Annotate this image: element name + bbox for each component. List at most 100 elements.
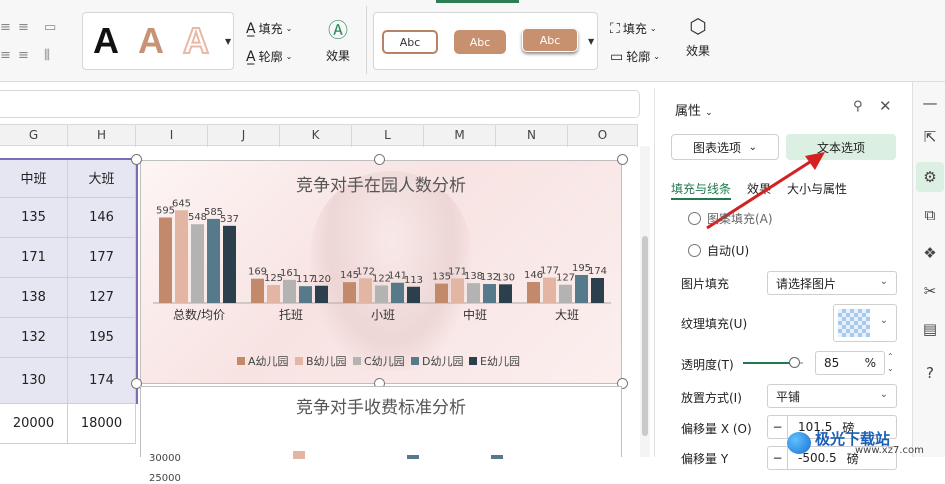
text-outline-button[interactable]: A̲ 轮廓 ⌄ [246,48,292,65]
transparency-slider[interactable] [743,357,803,368]
legend-label: D幼儿园 [422,355,463,368]
text-effect-button[interactable]: Ⓐ 效果 [318,14,358,64]
slider-knob[interactable] [789,357,800,368]
x-tick-label: 总数/均价 [173,307,225,322]
resize-handle[interactable] [617,154,628,165]
table-header-cell[interactable]: 中班 [0,158,68,198]
scrollbar-thumb[interactable] [642,236,648,436]
chart-bar [435,283,448,303]
col-header-h[interactable]: H [68,125,136,147]
wordart-style-gallery: A A A ▼ [82,12,234,70]
close-icon[interactable]: ✕ [879,97,892,115]
radio-auto[interactable] [688,244,701,257]
radio-auto-label: 自动(U) [707,244,750,258]
distribute-icon[interactable]: ⫼ [44,48,50,63]
transparency-input[interactable]: 85% [815,351,885,375]
align-center-icon[interactable]: ≡ [0,48,11,63]
ribbon-divider [366,6,367,74]
col-header-n[interactable]: N [496,125,568,147]
col-header-i[interactable]: I [136,125,208,147]
minus-icon[interactable]: — [921,94,939,112]
placement-select[interactable]: 平铺 ⌄ [767,384,897,408]
resize-handle[interactable] [374,154,385,165]
col-header-m[interactable]: M [424,125,496,147]
column-header: G H I J K L M N O [0,124,638,147]
wordart-style-black[interactable]: A [93,21,119,61]
col-header-g[interactable]: G [0,125,68,147]
table-cell[interactable]: 177 [68,238,136,278]
table-cell[interactable]: 127 [68,278,136,318]
table-cell[interactable]: 132 [0,318,68,358]
shape-gallery-more-icon[interactable]: ▼ [588,37,594,46]
chart-enrollment[interactable]: 竞争对手在园人数分析 595 645 548 585 537 总数/均价 169 125 161… [140,160,622,384]
chart-bar [359,278,372,303]
gallery-more-icon[interactable]: ▼ [225,37,231,46]
vertical-scrollbar[interactable] [640,146,650,457]
picture-fill-select[interactable]: 请选择图片 ⌄ [767,271,897,295]
text-fill-icon: A̲ [246,20,256,37]
table-cell[interactable]: 130 [0,358,68,404]
shape-outline-button[interactable]: ▭ 轮廓 ⌄ [610,48,660,65]
col-header-j[interactable]: J [208,125,280,147]
formula-bar[interactable] [0,90,640,118]
picture-fill-label: 图片填充 [681,277,730,291]
crop-icon[interactable]: ⧉ [921,206,939,224]
table-cell[interactable]: 171 [0,238,68,278]
chart-bar [375,285,388,303]
chart-bar [159,217,172,303]
table-cell[interactable]: 138 [0,278,68,318]
wordart-style-outline[interactable]: A [182,20,210,62]
resize-handle[interactable] [131,154,142,165]
texture-swatch [838,309,870,337]
chevron-down-icon: ⌄ [879,389,888,400]
shape-style-outline[interactable]: Abc [382,30,438,54]
pane-title[interactable]: 属性 ⌄ [675,100,713,119]
indent-icon[interactable]: ≡ [18,20,29,35]
transparency-stepper[interactable]: ⌃ ⌄ [887,351,894,375]
indent-left-icon[interactable]: ≡ [0,20,11,35]
cube-icon: ⬡ [689,14,707,38]
wordart-style-tan[interactable]: A [138,21,164,61]
align-justify-icon[interactable]: ≡ [18,48,29,63]
table-cell[interactable]: 20000 [0,404,68,444]
book-icon[interactable]: ▤ [921,320,939,338]
shape-style-filled[interactable]: Abc [454,30,506,54]
shape-style-shadow[interactable]: Abc [522,28,578,52]
col-header-o[interactable]: O [568,125,638,147]
table-header-cell[interactable]: 大班 [68,158,136,198]
chart-bar [223,225,236,303]
chevron-down-icon: ⌄ [879,315,888,326]
shapes-icon[interactable]: ❖ [921,244,939,262]
legend-swatch [469,357,477,365]
text-fill-button[interactable]: A̲ 填充 ⌄ [246,20,292,37]
shape-effect-button[interactable]: ⬡ 效果 [678,14,718,59]
chart-fees[interactable]: 竞争对手收费标准分析 30000 25000 [140,386,622,484]
chart-title: 竞争对手收费标准分析 [296,398,466,418]
chart-bar [491,455,503,459]
data-label: 537 [220,214,239,225]
shape-fill-button[interactable]: ⛶ 填充 ⌄ [610,20,657,37]
x-tick-label: 小班 [371,308,395,322]
table-cell[interactable]: 174 [68,358,136,404]
chart-bar [575,274,588,303]
col-header-k[interactable]: K [280,125,352,147]
select-cursor-icon[interactable]: ⇱ [921,128,939,146]
help-icon[interactable]: ? [921,364,939,382]
tools-icon[interactable]: ✂ [921,282,939,300]
data-label: 174 [588,266,607,277]
texture-fill-select[interactable]: ⌄ [833,304,897,342]
table-cell[interactable]: 146 [68,198,136,238]
table-cell[interactable]: 195 [68,318,136,358]
pin-icon[interactable]: ⚲ [853,99,863,114]
radio-pattern-fill[interactable] [688,212,701,225]
chart-bar [251,278,264,303]
chart-bar [293,451,305,459]
align-top-icon[interactable]: ▭ [44,20,56,35]
legend-label: C幼儿园 [364,355,405,368]
table-cell[interactable]: 18000 [68,404,136,444]
properties-icon[interactable]: ⚙ [921,168,939,186]
active-tab-indicator [436,0,519,3]
data-label: 130 [496,272,515,283]
table-cell[interactable]: 135 [0,198,68,238]
col-header-l[interactable]: L [352,125,424,147]
